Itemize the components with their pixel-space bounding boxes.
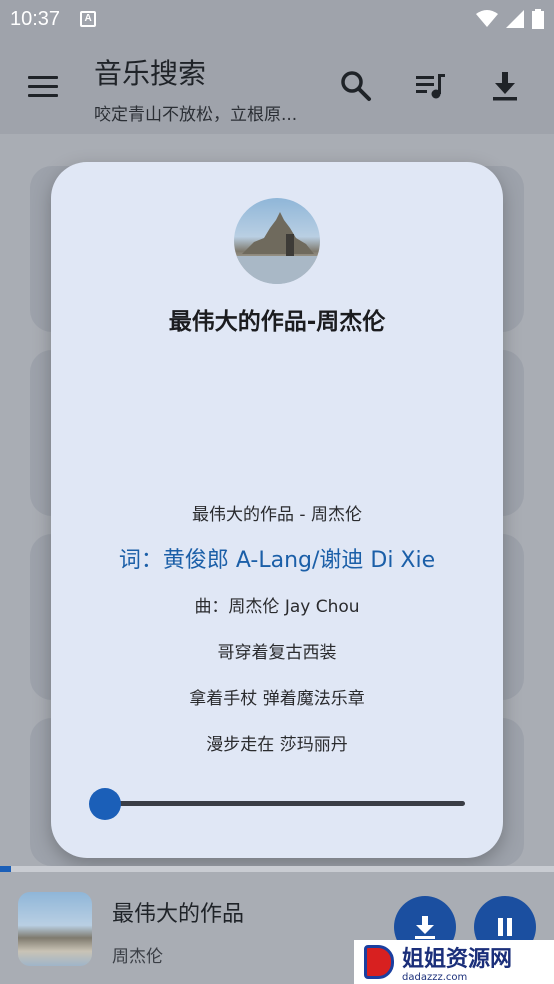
status-time: 10:37 <box>10 7 61 30</box>
lyric-line: 拿着手杖 弹着魔法乐章 <box>189 689 365 709</box>
watermark: 姐姐资源网 dadazzz.com <box>354 940 554 984</box>
slider-thumb[interactable] <box>89 788 121 820</box>
pause-icon <box>498 918 512 936</box>
page-subtitle: 咬定青山不放松，立根原... <box>94 105 298 125</box>
seek-slider[interactable] <box>89 786 465 820</box>
lyric-line-active: 词：黄俊郎 A-Lang/谢迪 Di Xie <box>118 548 436 573</box>
app-bar: 音乐搜索 咬定青山不放松，立根原... <box>0 38 554 134</box>
menu-icon[interactable] <box>28 76 58 98</box>
title-block: 音乐搜索 咬定青山不放松，立根原... <box>94 52 297 125</box>
watermark-text: 姐姐资源网 <box>402 947 513 972</box>
queue-music-icon[interactable] <box>412 68 448 104</box>
search-icon[interactable] <box>338 68 374 104</box>
lyric-line: 漫步走在 莎玛丽丹 <box>206 735 348 752</box>
lyric-line: 曲：周杰伦 Jay Chou <box>194 597 360 617</box>
page-title: 音乐搜索 <box>94 57 207 90</box>
album-art-image <box>234 212 320 284</box>
download-icon <box>415 916 435 939</box>
lyric-line: 最伟大的作品 - 周杰伦 <box>192 505 362 525</box>
player-album-cover <box>18 892 92 966</box>
song-heading: 最伟大的作品-周杰伦 <box>168 309 386 335</box>
player-title: 最伟大的作品 <box>112 902 245 927</box>
watermark-logo <box>364 945 394 979</box>
lyrics-dialog: 最伟大的作品-周杰伦 最伟大的作品 - 周杰伦 词：黄俊郎 A-Lang/谢迪 … <box>51 162 503 858</box>
lyrics-list[interactable]: 最伟大的作品 - 周杰伦 词：黄俊郎 A-Lang/谢迪 Di Xie 曲：周杰… <box>51 492 503 752</box>
album-cover <box>234 198 320 284</box>
notification-icon: A <box>80 11 97 27</box>
player-artist: 周杰伦 <box>112 947 163 967</box>
status-icons <box>476 9 544 29</box>
lyric-line: 哥穿着复古西装 <box>217 643 337 663</box>
battery-icon <box>532 9 544 29</box>
download-icon[interactable] <box>487 68 523 104</box>
wifi-icon <box>476 10 498 27</box>
watermark-subtext: dadazzz.com <box>402 972 468 983</box>
status-bar: 10:37 A <box>0 0 554 38</box>
signal-icon <box>506 10 524 28</box>
slider-track[interactable] <box>103 801 465 806</box>
